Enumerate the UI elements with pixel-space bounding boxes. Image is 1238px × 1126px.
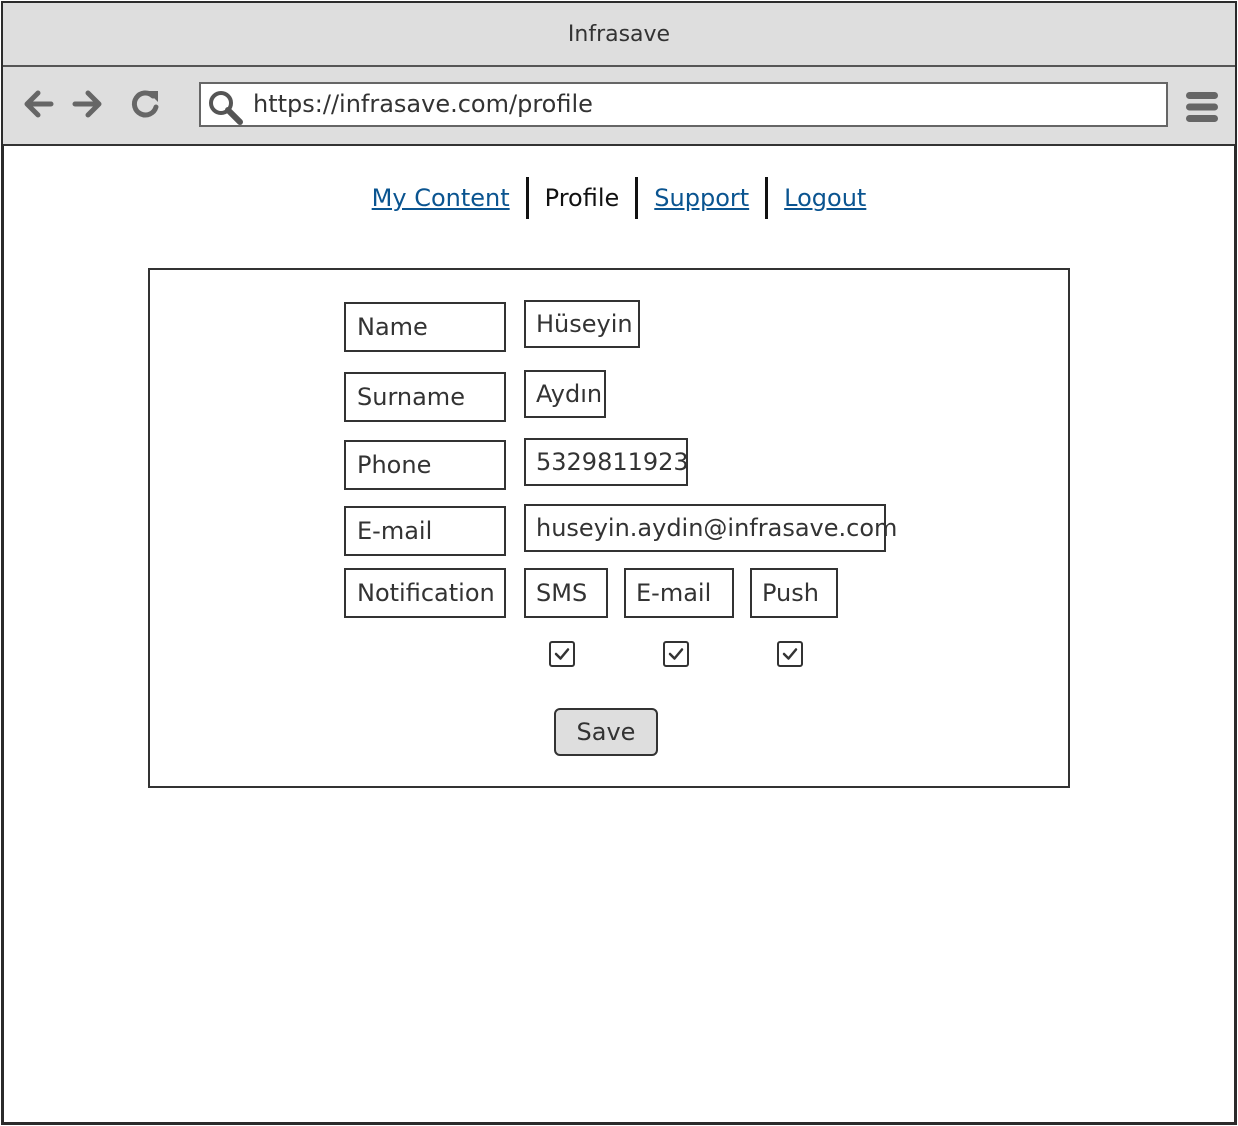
reload-button[interactable] [128,86,164,122]
name-label: Name [344,302,506,352]
search-icon [209,91,243,125]
nav-support[interactable]: Support [638,176,765,220]
browser-toolbar: https://infrasave.com/profile [3,67,1235,146]
browser-menu-button[interactable] [1184,89,1220,125]
notification-email-label: E-mail [624,568,734,618]
forward-arrow-icon [72,90,102,118]
push-checkbox[interactable] [777,641,803,667]
reload-icon [131,90,159,118]
email-label: E-mail [344,506,506,556]
checkmark-icon [782,648,798,660]
notification-push-label: Push [750,568,838,618]
notification-label: Notification [344,568,506,618]
checkmark-icon [554,648,570,660]
nav-logout[interactable]: Logout [768,176,882,220]
checkmark-icon [668,648,684,660]
back-button[interactable] [20,86,56,122]
top-navigation: My Content Profile Support Logout [0,175,1238,221]
phone-label: Phone [344,440,506,490]
hamburger-menu-icon [1186,92,1218,122]
phone-field[interactable]: 5329811923 [524,438,689,486]
forward-button[interactable] [70,86,106,122]
url-text: https://infrasave.com/profile [253,90,593,118]
name-field[interactable]: Hüseyin [524,300,640,348]
nav-my-content[interactable]: My Content [356,176,526,220]
window-title: Infrasave [567,21,671,47]
address-bar[interactable]: https://infrasave.com/profile [199,82,1168,127]
nav-profile[interactable]: Profile [529,176,636,220]
surname-field[interactable]: Aydın [524,370,606,418]
email-checkbox[interactable] [663,641,689,667]
sms-checkbox[interactable] [549,641,575,667]
notification-sms-label: SMS [524,568,608,618]
back-arrow-icon [24,90,54,118]
save-button[interactable]: Save [554,708,658,756]
surname-label: Surname [344,372,506,422]
window-titlebar: Infrasave [3,3,1235,67]
email-field[interactable]: huseyin.aydin@infrasave.com [524,504,897,552]
